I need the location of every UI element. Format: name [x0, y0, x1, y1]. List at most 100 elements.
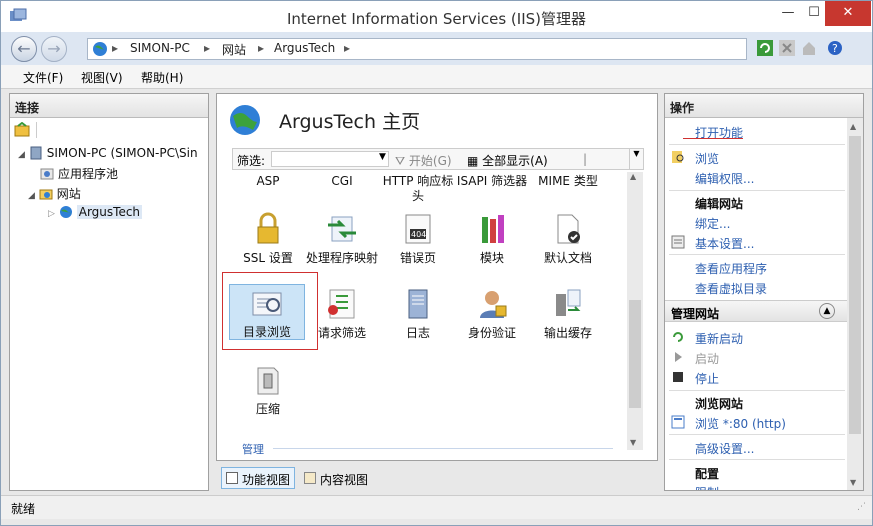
- feature-compression[interactable]: 压缩: [229, 362, 307, 417]
- tree-site-argustech[interactable]: ▷ ArgusTech: [48, 205, 143, 219]
- breadcrumb-server[interactable]: SIMON-PC: [130, 41, 190, 55]
- action-stop[interactable]: 停止: [695, 370, 719, 387]
- content-view-icon: [304, 472, 316, 484]
- action-advanced-settings[interactable]: 高级设置...: [695, 440, 754, 457]
- feature-asp[interactable]: ASP: [229, 174, 307, 189]
- feature-default-doc-label: 默认文档: [543, 251, 592, 265]
- browse-icon: [672, 151, 684, 163]
- breadcrumb-site[interactable]: ArgusTech: [274, 41, 335, 55]
- feature-cgi[interactable]: CGI: [303, 174, 381, 189]
- feature-error-label: 错误页: [399, 251, 436, 265]
- breadcrumb-separator: ▸: [204, 41, 211, 55]
- tab-content-view[interactable]: 内容视图: [299, 467, 373, 489]
- address-bar: ← → ▸ SIMON-PC ▸ 网站 ▸ ArgusTech ▸ ?: [1, 32, 872, 65]
- error-page-icon: 404: [405, 214, 431, 244]
- page-title: ArgusTech 主页: [279, 111, 421, 133]
- scroll-thumb[interactable]: [849, 136, 861, 434]
- action-browse[interactable]: 浏览: [695, 150, 719, 167]
- scroll-up-icon[interactable]: ▲: [630, 172, 636, 181]
- action-view-virtual-dirs[interactable]: 查看虚拟目录: [695, 280, 767, 297]
- action-start[interactable]: 启动: [695, 350, 719, 367]
- breadcrumb[interactable]: ▸ SIMON-PC ▸ 网站 ▸ ArgusTech ▸: [87, 38, 747, 60]
- action-restart[interactable]: 重新启动: [695, 330, 743, 347]
- feature-handler-mappings[interactable]: 处理程序映射: [303, 211, 381, 266]
- start-icon: [675, 352, 682, 362]
- tree-app-pools-label: 应用程序池: [58, 167, 119, 181]
- red-underline: [683, 138, 743, 139]
- window-title: Internet Information Services (IIS)管理器: [286, 10, 587, 28]
- feature-authentication[interactable]: 身份验证: [453, 286, 531, 341]
- tree-server[interactable]: ◢ SIMON-PC (SIMON-PC\Sin: [18, 146, 198, 160]
- features-view-icon: [226, 472, 238, 484]
- feature-request-label: 请求筛选: [317, 326, 366, 340]
- globe-icon: [93, 42, 107, 56]
- scroll-down-icon[interactable]: ▼: [630, 438, 636, 447]
- scroll-down-icon[interactable]: ▼: [850, 478, 856, 487]
- feature-ssl[interactable]: SSL 设置: [229, 211, 307, 266]
- feature-default-document[interactable]: 默认文档: [529, 211, 607, 266]
- breadcrumb-separator: ▸: [258, 41, 265, 55]
- back-button[interactable]: ←: [11, 36, 37, 62]
- scroll-thumb[interactable]: [629, 300, 641, 408]
- svg-text:?: ?: [832, 42, 838, 55]
- start-button[interactable]: ⛛ 开始(G): [395, 152, 452, 169]
- feature-request-filtering[interactable]: 请求筛选: [303, 286, 381, 341]
- collapse-icon[interactable]: ▲: [819, 303, 835, 319]
- divider: [669, 190, 845, 191]
- directory-browsing-icon: [252, 292, 282, 316]
- scroll-up-icon[interactable]: ▲: [850, 122, 856, 131]
- menu-help[interactable]: 帮助(H): [141, 69, 183, 86]
- feature-logging[interactable]: 日志: [379, 286, 457, 341]
- home-icon[interactable]: [801, 40, 817, 56]
- tab-features-view[interactable]: 功能视图: [221, 467, 296, 489]
- authentication-icon: [480, 291, 507, 318]
- menu-file[interactable]: 文件(F): [23, 69, 63, 86]
- divider: [669, 459, 845, 460]
- group-manage-label: 管理: [242, 443, 264, 456]
- group-by-separator: |: [583, 152, 588, 166]
- feature-mime[interactable]: MIME 类型: [529, 174, 607, 189]
- section-browse-site: 浏览网站: [695, 397, 744, 411]
- logging-icon: [408, 289, 428, 319]
- action-basic-settings[interactable]: 基本设置...: [695, 235, 754, 252]
- tree-sites[interactable]: ◢ 网站: [28, 185, 81, 202]
- action-edit-permissions[interactable]: 编辑权限...: [695, 170, 754, 187]
- modules-icon: [482, 215, 504, 243]
- forward-button[interactable]: →: [41, 36, 67, 62]
- feature-error-pages[interactable]: 404 错误页: [379, 211, 457, 266]
- tree-app-pools[interactable]: 应用程序池: [40, 165, 118, 182]
- breadcrumb-sites[interactable]: 网站: [222, 41, 246, 58]
- action-view-applications[interactable]: 查看应用程序: [695, 260, 767, 277]
- connect-icon[interactable]: [14, 122, 30, 138]
- stop-icon[interactable]: [779, 40, 795, 56]
- feature-isapi[interactable]: ISAPI 筛选器: [453, 174, 531, 189]
- divider: [669, 390, 845, 391]
- features-scrollbar[interactable]: ▲ ▼: [627, 172, 643, 450]
- output-caching-icon: [556, 289, 581, 316]
- feature-http-headers[interactable]: HTTP 响应标头: [379, 174, 457, 204]
- refresh-icon[interactable]: [757, 40, 773, 56]
- chevron-down-icon[interactable]: ▼: [379, 152, 386, 162]
- server-icon: [30, 146, 42, 160]
- action-bindings[interactable]: 绑定...: [695, 215, 730, 232]
- feature-output-caching[interactable]: 输出缓存: [529, 286, 607, 341]
- menu-view[interactable]: 视图(V): [81, 69, 123, 86]
- compression-icon: [257, 367, 279, 395]
- show-all-button[interactable]: ▦ 全部显示(A): [467, 152, 548, 169]
- actions-scrollbar[interactable]: ▲ ▼: [847, 118, 863, 490]
- divider: [669, 434, 845, 435]
- filter-input[interactable]: [271, 151, 389, 167]
- action-limits[interactable]: 限制...: [695, 484, 730, 490]
- feature-modules[interactable]: 模块: [453, 211, 531, 266]
- feature-logging-label: 日志: [405, 326, 430, 340]
- help-icon[interactable]: ?: [827, 40, 843, 56]
- close-button[interactable]: ✕: [825, 1, 871, 26]
- resize-grip-icon[interactable]: ⋰: [857, 502, 866, 512]
- connections-panel: 连接 ◢ SIMON-PC (SIMON-PC\Sin 应用程序池 ◢ 网站 ▷…: [9, 93, 209, 491]
- feature-directory-browsing[interactable]: 目录浏览: [229, 284, 305, 340]
- stop-icon: [673, 372, 683, 382]
- globe-icon: [59, 206, 72, 218]
- feature-ssl-label: SSL 设置: [243, 251, 293, 265]
- action-browse-80[interactable]: 浏览 *:80 (http): [695, 415, 786, 432]
- group-dropdown[interactable]: ▼: [629, 149, 643, 169]
